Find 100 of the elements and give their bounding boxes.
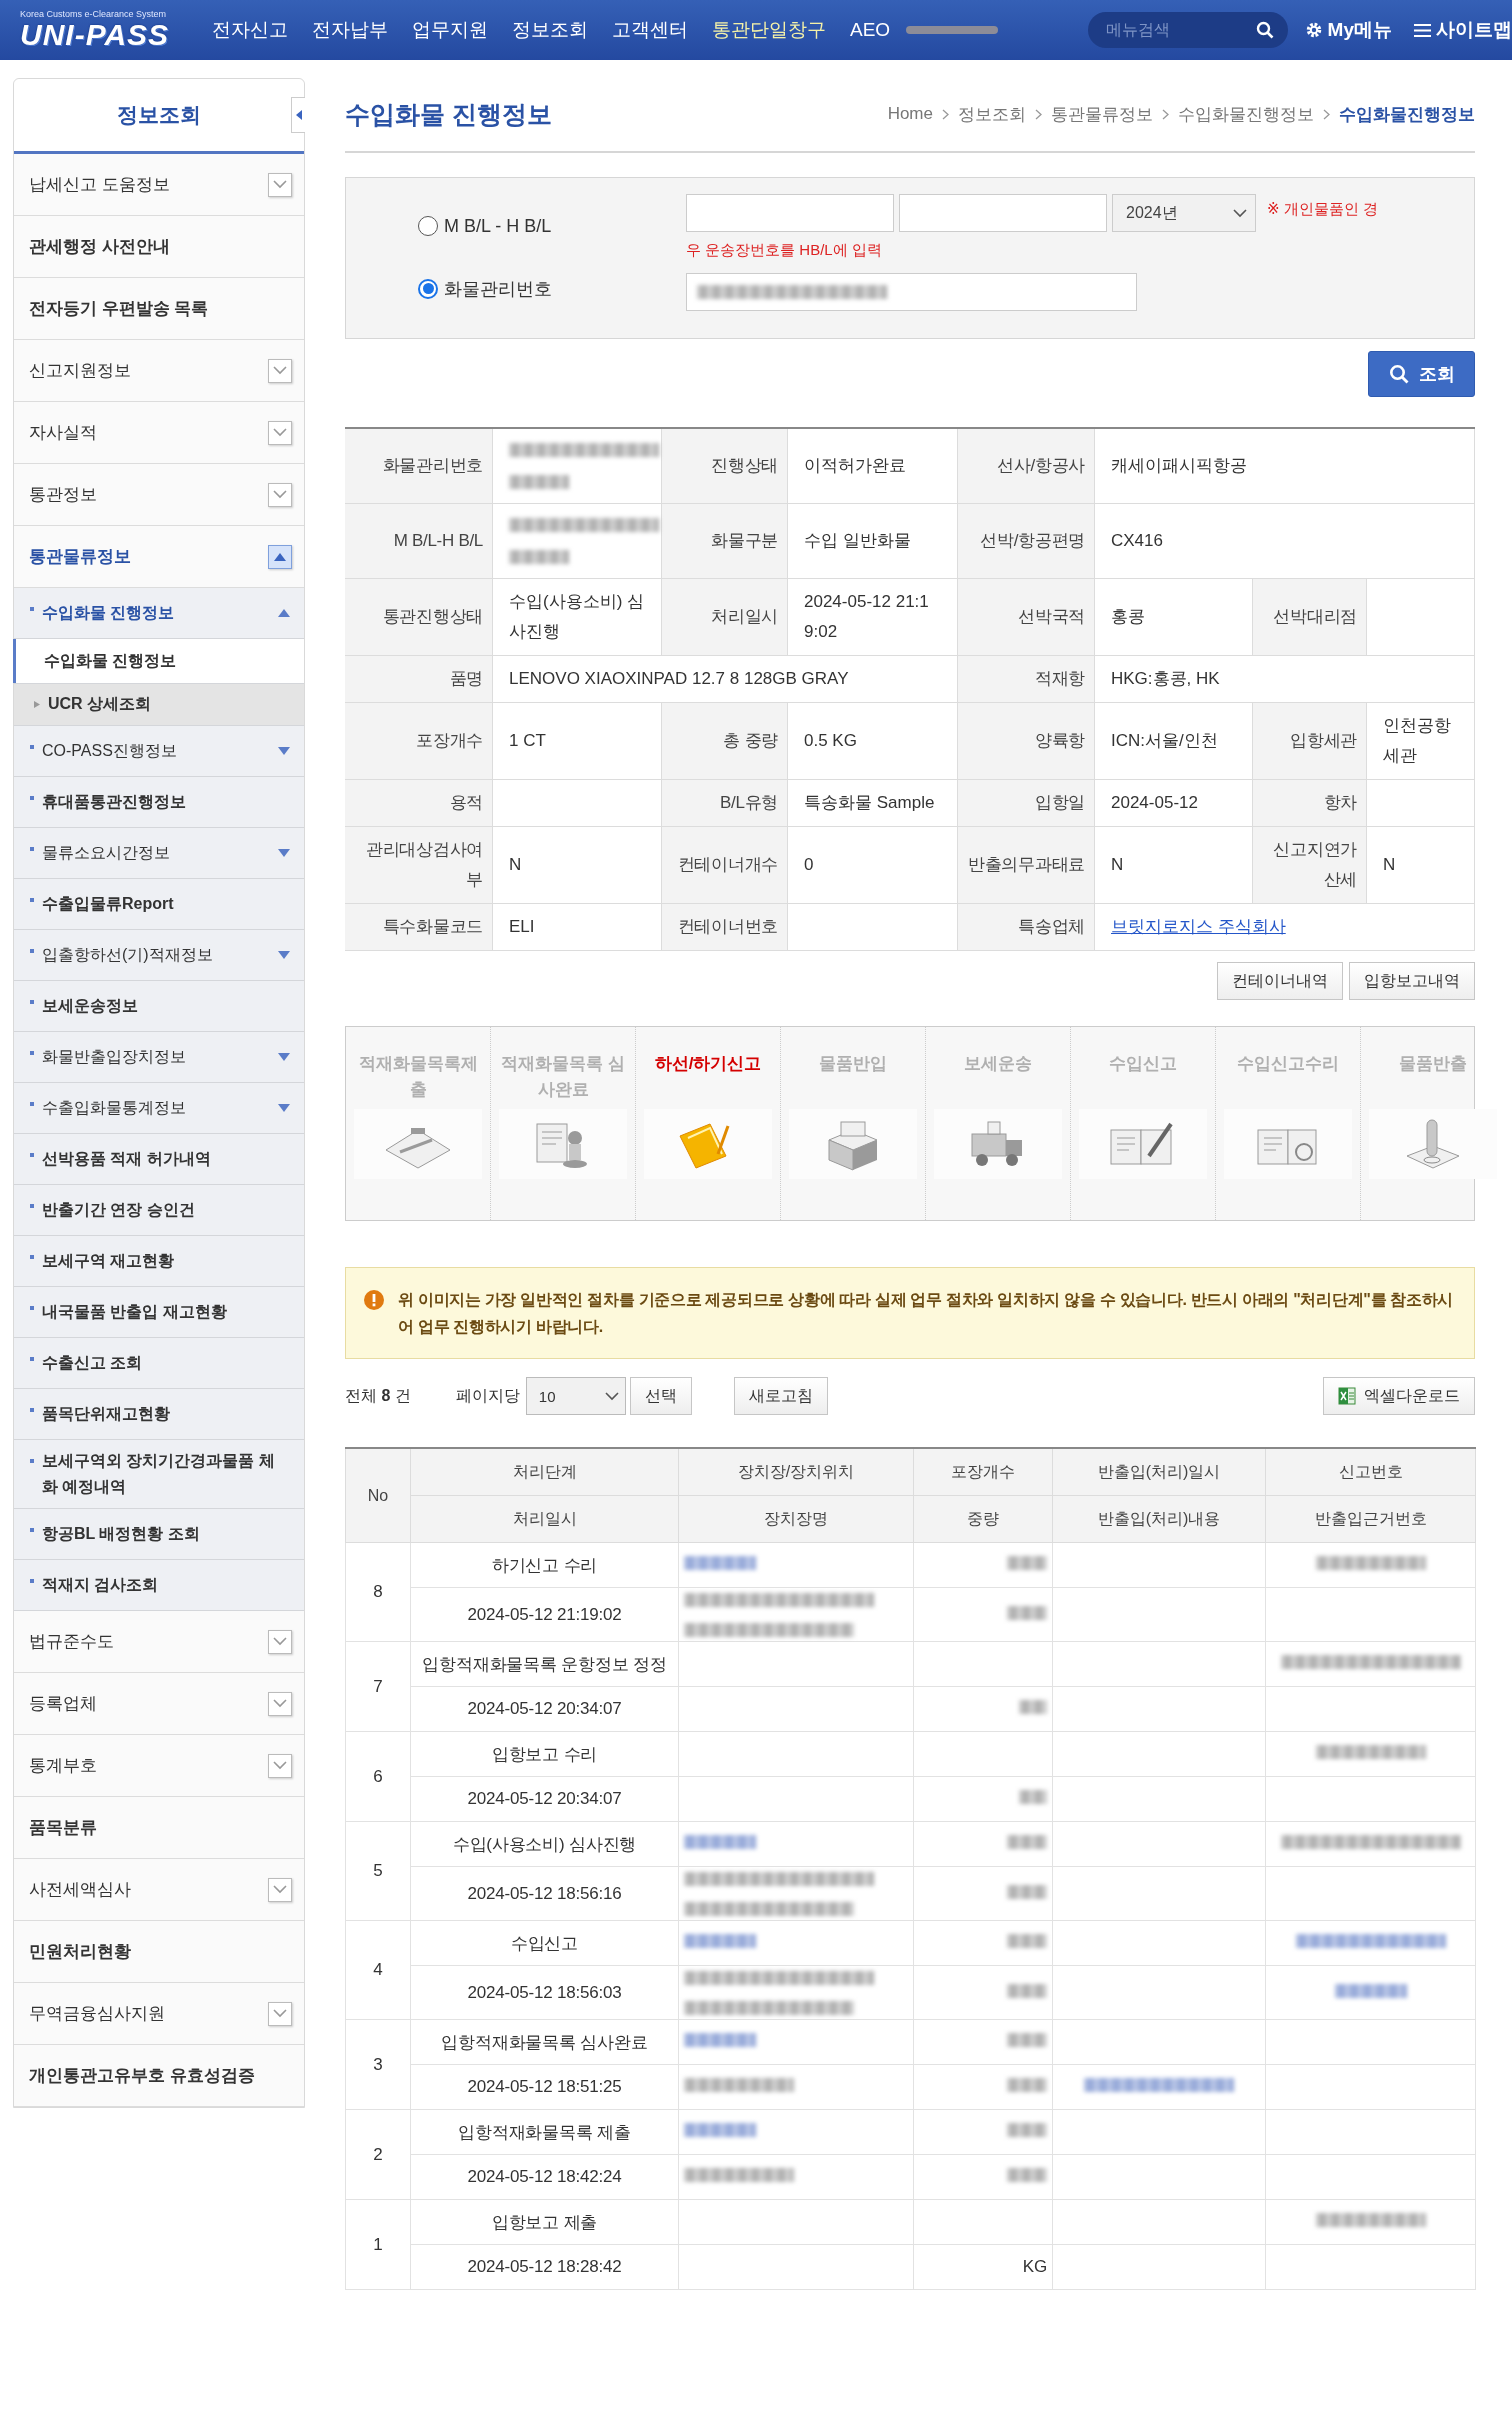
my-menu-link[interactable]: My메뉴 xyxy=(1304,17,1392,43)
cargo-number-field[interactable] xyxy=(686,273,1137,311)
submenu-item[interactable]: 내국물품 반출입 재고현황 xyxy=(14,1287,304,1338)
blurred-text[interactable] xyxy=(684,1556,756,1570)
nav-link[interactable]: 통관단일창구 xyxy=(712,17,826,43)
per-page-select[interactable]: 10 xyxy=(525,1377,626,1415)
bullet-icon xyxy=(30,1204,34,1208)
breadcrumb-link[interactable]: 수입화물진행정보 xyxy=(1178,102,1314,126)
search-field[interactable]: 메뉴검색 xyxy=(1088,12,1289,48)
field-label: 특송업체 xyxy=(958,904,1095,951)
radio-button[interactable] xyxy=(418,216,438,236)
field-label: 선박/항공편명 xyxy=(958,504,1095,579)
nav-link[interactable]: AEO xyxy=(850,19,891,41)
sidebar-item[interactable]: 관세행정 사전안내 xyxy=(14,216,304,278)
submenu-item[interactable]: 휴대품통관진행정보 xyxy=(14,777,304,828)
expand-toggle[interactable] xyxy=(268,482,292,507)
sidebar-item[interactable]: 자사실적 xyxy=(14,402,304,464)
expand-toggle[interactable] xyxy=(268,1877,292,1902)
caret-down-icon[interactable] xyxy=(278,1053,290,1061)
blurred-text[interactable] xyxy=(684,1934,756,1948)
expand-toggle[interactable] xyxy=(268,1629,292,1654)
master-bl-field[interactable] xyxy=(686,194,894,232)
expand-toggle[interactable] xyxy=(268,358,292,383)
expand-toggle[interactable] xyxy=(268,544,292,569)
sidebar-item[interactable]: 통계부호 xyxy=(14,1735,304,1797)
sidebar-item[interactable]: 전자등기 우편발송 목록 xyxy=(14,278,304,340)
expand-toggle[interactable] xyxy=(268,172,292,197)
sidebar-item[interactable]: 민원처리현황 xyxy=(14,1921,304,1983)
chevron-down-icon xyxy=(273,2009,287,2018)
breadcrumb-link[interactable]: Home xyxy=(887,104,933,124)
detail-button[interactable]: 컨테이너내역 xyxy=(1217,962,1343,1000)
blurred-text[interactable] xyxy=(1334,1983,1407,1998)
submenu-link[interactable]: UCR 상세조회 xyxy=(14,684,304,726)
breadcrumb-link[interactable]: 통관물류정보 xyxy=(1051,102,1153,126)
caret-down-icon[interactable] xyxy=(278,951,290,959)
caret-down-icon[interactable] xyxy=(278,849,290,857)
blurred-text[interactable] xyxy=(684,2033,756,2047)
caret-down-icon[interactable] xyxy=(278,1104,290,1112)
refresh-button[interactable]: 새로고침 xyxy=(733,1377,828,1415)
submenu-item[interactable]: 품목단위재고현황 xyxy=(14,1389,304,1440)
caret-down-icon[interactable] xyxy=(278,747,290,755)
table-cell: 특송화물 Sample xyxy=(788,780,958,827)
nav-link[interactable]: 고객센터 xyxy=(612,17,688,43)
detail-button[interactable]: 입항보고내역 xyxy=(1349,962,1475,1000)
submenu-item[interactable]: 수출신고 조회 xyxy=(14,1338,304,1389)
search-button[interactable]: 조회 xyxy=(1368,351,1475,397)
breadcrumb-link[interactable]: 정보조회 xyxy=(958,102,1026,126)
sitemap-link[interactable]: 사이트맵 xyxy=(1414,17,1512,43)
expand-toggle[interactable] xyxy=(268,1753,292,1778)
year-select[interactable]: 2024년 xyxy=(1112,194,1256,232)
radio-label[interactable]: M B/L - H B/L xyxy=(444,215,552,237)
submenu-item[interactable]: CO-PASS진행정보 xyxy=(14,726,304,777)
nav-link[interactable]: 전자신고 xyxy=(212,17,288,43)
blurred-text[interactable] xyxy=(1295,1934,1446,1948)
expand-toggle[interactable] xyxy=(268,1691,292,1716)
sidebar-item[interactable]: 무역금융심사지원 xyxy=(14,1983,304,2045)
house-bl-field[interactable] xyxy=(899,194,1107,232)
submenu-item[interactable]: 수출입물류Report xyxy=(14,879,304,930)
select-button[interactable]: 선택 xyxy=(629,1377,692,1415)
submenu-item[interactable]: 수출입화물통계정보 xyxy=(14,1083,304,1134)
excel-download-button[interactable]: 엑셀다운로드 xyxy=(1323,1377,1475,1415)
caret-up-icon[interactable] xyxy=(278,609,290,617)
submenu-item[interactable]: 반출기간 연장 승인건 xyxy=(14,1185,304,1236)
blurred-text[interactable] xyxy=(684,1835,756,1849)
search-icon[interactable] xyxy=(1256,21,1275,39)
expand-toggle[interactable] xyxy=(268,2001,292,2026)
bullet-icon xyxy=(30,1357,34,1361)
blurred-text[interactable] xyxy=(1084,2078,1234,2092)
submenu-item[interactable]: 보세구역 재고현황 xyxy=(14,1236,304,1287)
blurred-text[interactable] xyxy=(684,2123,756,2137)
column-header: 반출입근거번호 xyxy=(1265,1495,1476,1543)
submenu-item[interactable]: 입출항하선(기)적재정보 xyxy=(14,930,304,981)
expand-toggle[interactable] xyxy=(268,420,292,445)
company-link[interactable]: 브릿지로지스 주식회사 xyxy=(1111,912,1286,942)
nav-link[interactable]: 업무지원 xyxy=(412,17,488,43)
sidebar-item[interactable]: 신고지원정보 xyxy=(14,340,304,402)
sidebar-item[interactable]: 개인통관고유부호 유효성검증 xyxy=(14,2045,304,2107)
submenu-item[interactable]: 적재지 검사조회 xyxy=(14,1560,304,1611)
radio-label[interactable]: 화물관리번호 xyxy=(444,276,552,301)
breadcrumb-link[interactable]: 수입화물진행정보 xyxy=(1339,102,1475,126)
submenu-item[interactable]: 보세구역외 장치기간경과물품 체화 예정내역 xyxy=(14,1440,304,1509)
submenu-item[interactable]: 수입화물 진행정보 xyxy=(14,588,304,639)
nav-link[interactable]: 정보조회 xyxy=(512,17,588,43)
sidebar-item[interactable]: 사전세액심사 xyxy=(14,1859,304,1921)
sidebar-item[interactable]: 품목분류 xyxy=(14,1797,304,1859)
sidebar-item[interactable]: 등록업체 xyxy=(14,1673,304,1735)
blurred-text xyxy=(1007,2168,1047,2182)
sidebar-item[interactable]: 통관정보 xyxy=(14,464,304,526)
submenu-item[interactable]: 화물반출입장치정보 xyxy=(14,1032,304,1083)
submenu-item[interactable]: 물류소요시간정보 xyxy=(14,828,304,879)
radio-button[interactable] xyxy=(418,278,438,299)
nav-link[interactable]: 전자납부 xyxy=(312,17,388,43)
submenu-item[interactable]: 항공BL 배정현황 조회 xyxy=(14,1509,304,1560)
sidebar-item[interactable]: 납세신고 도움정보 xyxy=(14,154,304,216)
collapse-button[interactable] xyxy=(291,97,305,133)
submenu-item[interactable]: 보세운송정보 xyxy=(14,981,304,1032)
logo[interactable]: Korea Customs e-Clearance System UNI-PASS xyxy=(20,9,180,51)
submenu-link[interactable]: 수입화물 진행정보 xyxy=(14,639,304,684)
sidebar-item[interactable]: 법규준수도 xyxy=(14,1611,304,1673)
submenu-item[interactable]: 선박용품 적재 허가내역 xyxy=(14,1134,304,1185)
